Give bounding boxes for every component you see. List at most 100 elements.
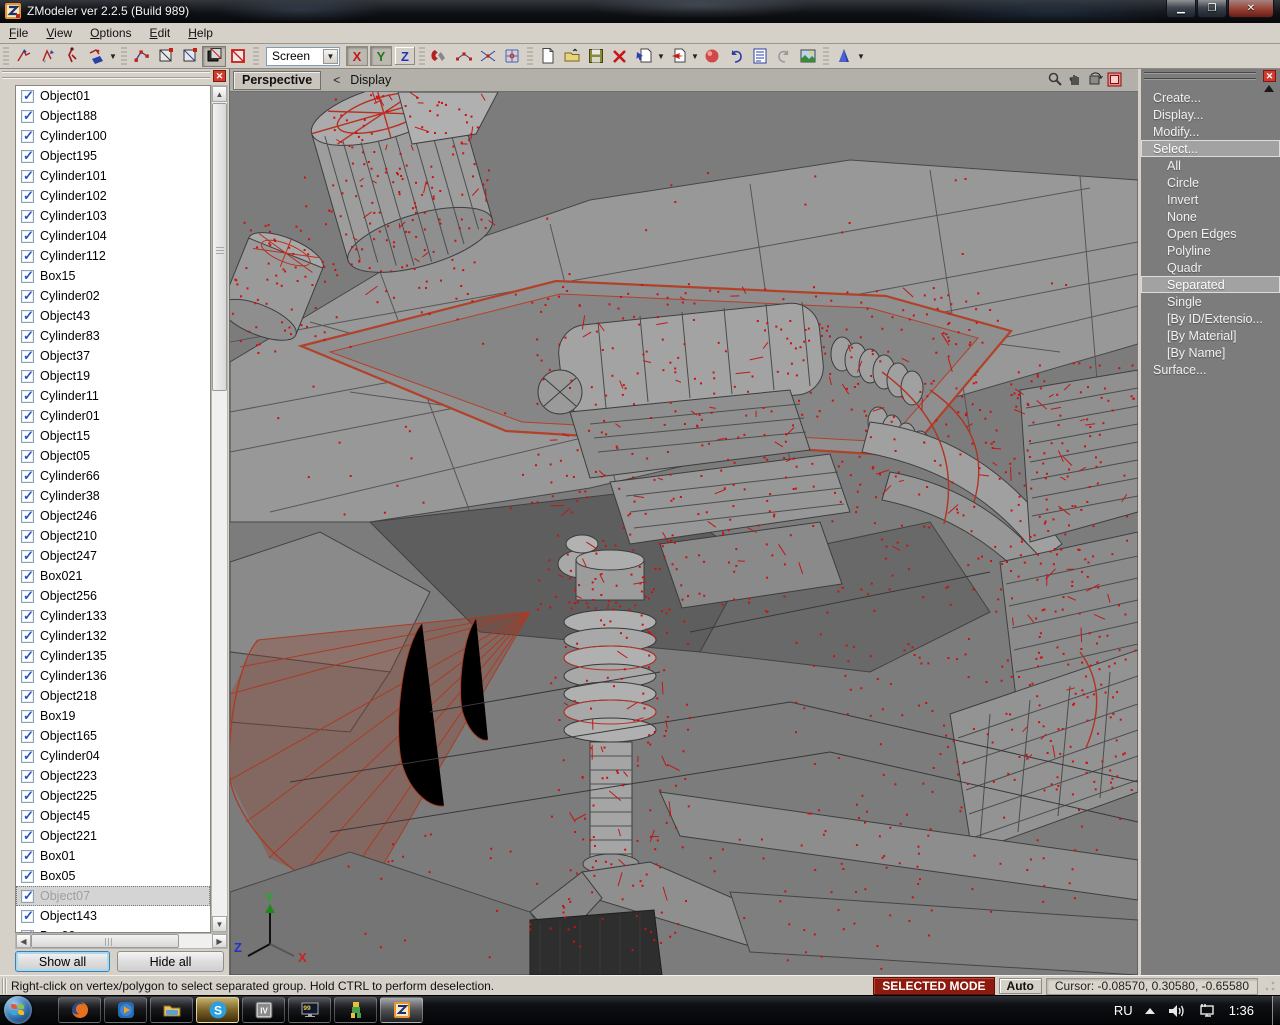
object-list-item[interactable]: Object15 xyxy=(16,426,210,446)
grid-snap-icon[interactable] xyxy=(500,46,524,67)
clock[interactable]: 1:36 xyxy=(1229,1003,1254,1018)
taskbar-character-app-button[interactable] xyxy=(334,997,377,1023)
viewport-display-menu[interactable]: Display xyxy=(350,73,391,87)
object-checkbox[interactable] xyxy=(21,870,34,883)
export-dropdown-caret[interactable]: ▼ xyxy=(690,46,700,67)
object-list-item[interactable]: Cylinder83 xyxy=(16,326,210,346)
object-list-item[interactable]: Cylinder02 xyxy=(16,286,210,306)
object-checkbox[interactable] xyxy=(21,130,34,143)
toolbar-grip[interactable] xyxy=(253,47,259,65)
taskbar-zmodeler-button[interactable] xyxy=(380,997,423,1023)
snap-magnet-icon[interactable] xyxy=(428,46,452,67)
show-all-button[interactable]: Show all xyxy=(15,951,110,972)
export-icon[interactable] xyxy=(666,46,690,67)
command-item-by-name[interactable]: [By Name] xyxy=(1141,344,1280,361)
object-list-item[interactable]: Cylinder112 xyxy=(16,246,210,266)
perspective-tab[interactable]: Perspective xyxy=(233,71,321,90)
scroll-down-icon[interactable]: ▼ xyxy=(212,916,227,932)
scroll-left-icon[interactable]: ◀ xyxy=(16,934,31,948)
object-list-item[interactable]: Object195 xyxy=(16,146,210,166)
command-item-by-material[interactable]: [By Material] xyxy=(1141,327,1280,344)
object-list-item[interactable]: Object221 xyxy=(16,826,210,846)
object-list-item[interactable]: Cylinder38 xyxy=(16,486,210,506)
object-checkbox[interactable] xyxy=(21,690,34,703)
hide-all-button[interactable]: Hide all xyxy=(117,951,224,972)
object-checkbox[interactable] xyxy=(21,90,34,103)
object-checkbox[interactable] xyxy=(21,110,34,123)
orbit-icon[interactable] xyxy=(1087,71,1103,87)
vscroll-thumb[interactable] xyxy=(212,103,227,391)
object-list-item[interactable]: Cylinder136 xyxy=(16,666,210,686)
toolbar-grip[interactable] xyxy=(419,47,425,65)
auto-button[interactable]: Auto xyxy=(999,978,1042,994)
extrude-tool-icon[interactable] xyxy=(84,46,108,67)
object-list-item[interactable]: Object165 xyxy=(16,726,210,746)
log-window-icon[interactable] xyxy=(748,46,772,67)
object-checkbox[interactable] xyxy=(21,370,34,383)
object-list-item[interactable]: Box05 xyxy=(16,866,210,886)
object-list[interactable]: Object01Object188Cylinder100Object195Cyl… xyxy=(15,85,211,933)
start-button[interactable] xyxy=(4,996,32,1024)
edges-level-icon[interactable] xyxy=(154,46,178,67)
object-list-vscrollbar[interactable]: ▲ ▼ xyxy=(211,85,228,933)
menu-options[interactable]: Options xyxy=(81,24,140,42)
object-checkbox[interactable] xyxy=(21,570,34,583)
object-list-item[interactable]: Object143 xyxy=(16,906,210,926)
object-checkbox[interactable] xyxy=(21,310,34,323)
command-item-quadr[interactable]: Quadr xyxy=(1141,259,1280,276)
object-list-item[interactable]: Cylinder135 xyxy=(16,646,210,666)
object-checkbox[interactable] xyxy=(21,350,34,363)
object-checkbox[interactable] xyxy=(21,750,34,763)
command-item-single[interactable]: Single xyxy=(1141,293,1280,310)
taskbar-skype-button[interactable]: S xyxy=(196,997,239,1023)
menu-view[interactable]: View xyxy=(37,24,81,42)
object-checkbox[interactable] xyxy=(21,150,34,163)
object-list-item[interactable]: Box15 xyxy=(16,266,210,286)
object-checkbox[interactable] xyxy=(21,630,34,643)
object-list-item[interactable]: Object19 xyxy=(16,366,210,386)
taskbar-monitor-app-button[interactable]: 99 xyxy=(288,997,331,1023)
object-list-item[interactable]: Cylinder100 xyxy=(16,126,210,146)
panel-grip[interactable] xyxy=(1144,72,1256,80)
menu-file[interactable]: File xyxy=(0,24,37,42)
object-checkbox[interactable] xyxy=(21,210,34,223)
command-item-none[interactable]: None xyxy=(1141,208,1280,225)
object-checkbox[interactable] xyxy=(21,490,34,503)
open-file-icon[interactable] xyxy=(560,46,584,67)
object-list-item[interactable]: Cylinder04 xyxy=(16,746,210,766)
object-list-item[interactable]: Cylinder102 xyxy=(16,186,210,206)
command-item-select[interactable]: Select... xyxy=(1141,140,1280,157)
command-panel-close-icon[interactable]: ✕ xyxy=(1263,70,1276,82)
object-list-item[interactable]: Object43 xyxy=(16,306,210,326)
object-checkbox[interactable] xyxy=(21,230,34,243)
object-checkbox[interactable] xyxy=(21,650,34,663)
scroll-right-icon[interactable]: ▶ xyxy=(212,934,227,948)
network-icon[interactable] xyxy=(1197,1003,1217,1019)
minimize-button[interactable]: ▁ xyxy=(1166,0,1196,18)
object-checkbox[interactable] xyxy=(21,610,34,623)
object-list-item[interactable]: Box01 xyxy=(16,846,210,866)
viewport-canvas[interactable]: Y Z X xyxy=(230,92,1138,975)
menu-edit[interactable]: Edit xyxy=(141,24,180,42)
object-list-item[interactable]: Object256 xyxy=(16,586,210,606)
render-cone-icon[interactable] xyxy=(832,46,856,67)
object-list-item[interactable]: Cylinder66 xyxy=(16,466,210,486)
command-item-polyline[interactable]: Polyline xyxy=(1141,242,1280,259)
object-checkbox[interactable] xyxy=(21,770,34,783)
object-list-item[interactable]: Box19 xyxy=(16,706,210,726)
toolbar-grip[interactable] xyxy=(823,47,829,65)
object-list-item[interactable]: Cylinder104 xyxy=(16,226,210,246)
object-list-item[interactable]: Box021 xyxy=(16,566,210,586)
object-checkbox[interactable] xyxy=(21,390,34,403)
object-list-item[interactable]: Cylinder01 xyxy=(16,406,210,426)
save-file-icon[interactable] xyxy=(584,46,608,67)
weld-vertices-icon[interactable] xyxy=(452,46,476,67)
object-list-item[interactable]: Object188 xyxy=(16,106,210,126)
break-vertices-icon[interactable] xyxy=(476,46,500,67)
material-editor-icon[interactable] xyxy=(700,46,724,67)
object-list-item[interactable]: Object05 xyxy=(16,446,210,466)
import-icon[interactable] xyxy=(632,46,656,67)
object-checkbox[interactable] xyxy=(21,830,34,843)
object-checkbox[interactable] xyxy=(21,550,34,563)
object-list-item[interactable]: Cylinder133 xyxy=(16,606,210,626)
